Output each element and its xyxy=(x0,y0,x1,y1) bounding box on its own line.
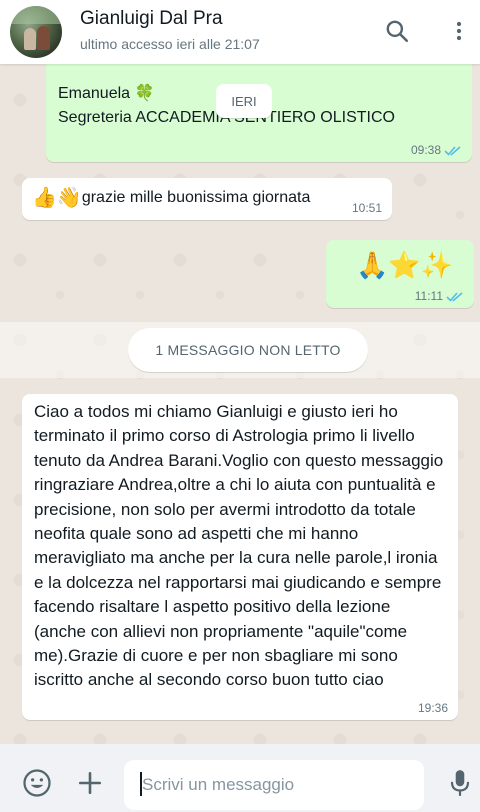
message-time: 19:36 xyxy=(417,701,448,715)
date-divider: IERI xyxy=(216,84,272,118)
attach-button[interactable] xyxy=(73,766,107,800)
message-text: 🙏⭐✨ xyxy=(356,250,454,280)
message-meta: 09:38 xyxy=(411,143,462,157)
double-check-icon xyxy=(444,145,461,156)
message-bubble-incoming[interactable]: 👍👋 grazie mille buonissima giornata 10:5… xyxy=(22,178,392,220)
search-button[interactable] xyxy=(382,16,412,46)
more-vertical-icon xyxy=(456,21,462,41)
message-time: 11:11 xyxy=(414,289,443,303)
message-emoji: 👍👋 xyxy=(32,187,82,209)
mic-button[interactable] xyxy=(443,766,477,800)
message-time: 10:51 xyxy=(351,201,382,215)
search-icon xyxy=(386,20,409,43)
message-text: Ciao a todos mi chiamo Gianluigi e giust… xyxy=(34,402,444,690)
avatar[interactable] xyxy=(10,6,62,58)
double-check-icon xyxy=(446,291,463,302)
message-bubble-outgoing[interactable]: 🙏⭐✨ 11:11 xyxy=(326,240,474,308)
unread-divider: 1 MESSAGGIO NON LETTO xyxy=(128,328,368,372)
message-time: 09:38 xyxy=(410,143,441,157)
contact-last-seen: ultimo accesso ieri alle 21:07 xyxy=(80,36,260,52)
emoji-icon xyxy=(23,769,51,797)
message-text: grazie mille buonissima giornata xyxy=(81,189,311,206)
microphone-icon xyxy=(450,770,470,796)
text-caret xyxy=(140,772,142,796)
message-meta: 19:36 xyxy=(418,701,448,715)
message-meta: 10:51 xyxy=(352,201,382,215)
message-bubble-incoming[interactable]: Ciao a todos mi chiamo Gianluigi e giust… xyxy=(22,394,458,720)
plus-icon xyxy=(78,771,102,795)
menu-button[interactable] xyxy=(444,16,474,46)
message-input[interactable] xyxy=(124,760,424,810)
contact-name[interactable]: Gianluigi Dal Pra xyxy=(80,8,223,30)
chat-header: Gianluigi Dal Pra ultimo accesso ieri al… xyxy=(0,0,480,64)
message-meta: 11:11 xyxy=(415,289,464,303)
emoji-button[interactable] xyxy=(20,766,54,800)
